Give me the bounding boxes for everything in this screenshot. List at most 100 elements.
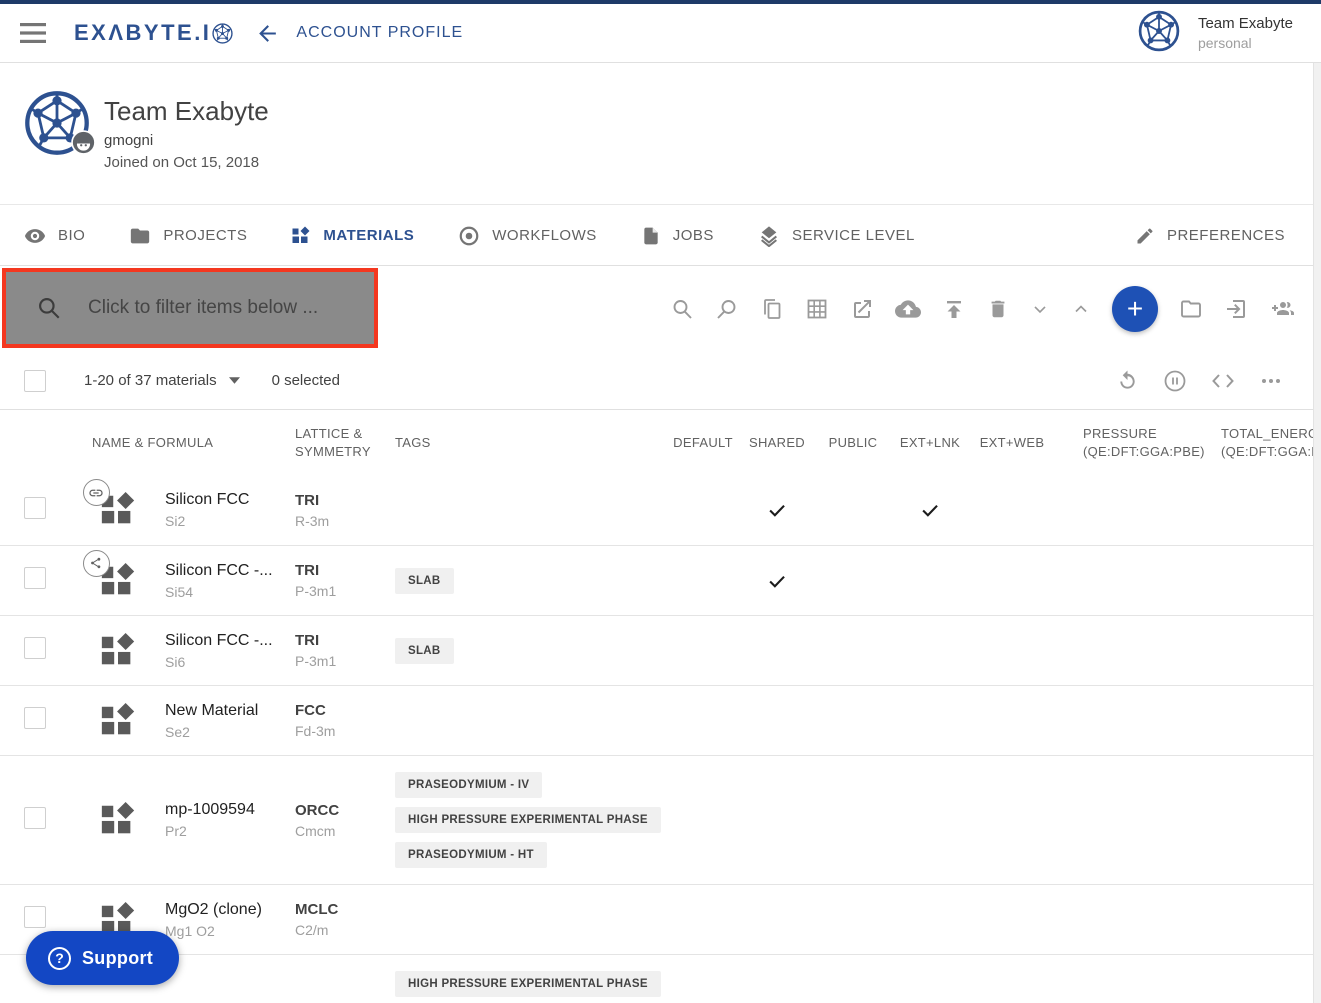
col-name-formula[interactable]: NAME & FORMULA <box>70 434 295 452</box>
cloud-upload-icon[interactable] <box>895 296 921 322</box>
layers-diamond-icon <box>758 225 780 247</box>
col-tags[interactable]: TAGS <box>395 434 667 452</box>
upload-icon[interactable] <box>942 297 966 321</box>
add-group-icon[interactable] <box>1269 297 1295 321</box>
pagination-dropdown[interactable]: 1-20 of 37 materials <box>84 372 240 389</box>
tags-cell <box>395 705 667 737</box>
col-public[interactable]: PUBLIC <box>815 434 891 452</box>
table-grid-icon[interactable] <box>805 297 829 321</box>
material-formula: Mg1 O2 <box>165 923 295 939</box>
scrollbar[interactable] <box>1313 63 1321 1003</box>
row-checkbox[interactable] <box>24 807 46 829</box>
filter-input[interactable]: Click to filter items below ... <box>2 268 378 348</box>
code-icon[interactable] <box>1211 371 1235 391</box>
material-name[interactable]: mp-1009594 <box>165 801 295 819</box>
tab-service-level[interactable]: SERVICE LEVEL <box>758 225 915 247</box>
check-icon <box>766 499 788 521</box>
filter-placeholder: Click to filter items below ... <box>88 297 318 319</box>
row-checkbox[interactable] <box>24 906 46 928</box>
materials-toolbar: + <box>670 266 1295 352</box>
account-menu[interactable]: Team Exabyte personal <box>1138 10 1293 57</box>
user-name: Team Exabyte <box>1198 15 1293 32</box>
plus-icon: + <box>1127 293 1143 325</box>
add-material-button[interactable]: + <box>1112 286 1158 332</box>
material-formula: Si2 <box>165 513 295 529</box>
lattice-type: TRI <box>295 562 395 579</box>
document-icon <box>641 225 661 247</box>
table-row: Silicon FCC -... Si6 TRI P-3m1 SLAB <box>0 615 1313 685</box>
person-face-badge-icon <box>71 130 96 160</box>
chevron-up-icon[interactable] <box>1071 299 1091 319</box>
search-icon[interactable] <box>670 297 694 321</box>
tab-workflows[interactable]: WORKFLOWS <box>458 225 597 247</box>
col-lattice-symmetry[interactable]: LATTICE & SYMMETRY <box>295 425 395 461</box>
profile-name: Team Exabyte <box>104 96 269 127</box>
pencil-icon <box>1135 226 1155 246</box>
search-alt-icon[interactable] <box>715 297 739 321</box>
target-circle-icon <box>458 225 480 247</box>
material-name[interactable]: MgO2 (clone) <box>165 901 295 919</box>
col-extlnk[interactable]: EXT+LNK <box>891 434 969 452</box>
material-formula: Si54 <box>165 584 295 600</box>
hamburger-icon[interactable] <box>20 23 46 43</box>
tab-bio[interactable]: BIO <box>24 225 85 247</box>
row-checkbox[interactable] <box>24 567 46 589</box>
open-in-new-icon[interactable] <box>850 297 874 321</box>
delete-icon[interactable] <box>987 297 1009 321</box>
undo-icon[interactable] <box>1116 369 1139 392</box>
folder-icon <box>129 225 151 247</box>
logo-text: EXΛBYTE.I <box>74 20 211 46</box>
link-icon <box>88 485 104 501</box>
profile-avatar <box>24 90 90 156</box>
select-all-checkbox[interactable] <box>24 370 46 392</box>
tag-pill: SLAB <box>395 568 454 594</box>
pause-circle-icon[interactable] <box>1163 369 1187 393</box>
tags-cell: SLAB <box>395 552 667 610</box>
material-name[interactable]: New Material <box>165 702 295 720</box>
col-pressure[interactable]: PRESSURE (QE:DFT:GGA:PBE) <box>1055 425 1193 461</box>
share-icon <box>89 556 103 570</box>
import-icon[interactable] <box>1224 297 1248 321</box>
support-button[interactable]: ? Support <box>26 931 179 985</box>
tab-materials[interactable]: MATERIALS <box>291 226 414 246</box>
row-checkbox[interactable] <box>24 707 46 729</box>
copy-icon[interactable] <box>760 297 784 321</box>
materials-icon <box>291 226 311 246</box>
more-horiz-icon[interactable] <box>1259 369 1283 393</box>
row-checkbox[interactable] <box>24 497 46 519</box>
material-name[interactable]: Silicon FCC -... <box>165 632 295 650</box>
symmetry-group: Fd-3m <box>295 723 395 739</box>
back-arrow-icon[interactable] <box>255 21 280 46</box>
material-icon <box>99 702 137 740</box>
table-row: mp-1009594 Pr2 ORCC Cmcm PRASEODYMIUM - … <box>0 755 1313 884</box>
tab-jobs[interactable]: JOBS <box>641 225 714 247</box>
table-row: New Material Se2 FCC Fd-3m <box>0 685 1313 755</box>
symmetry-group: P-3m1 <box>295 583 395 599</box>
lattice-type: MCLC <box>295 901 395 918</box>
check-icon <box>766 570 788 592</box>
material-formula: Se2 <box>165 724 295 740</box>
col-extweb[interactable]: EXT+WEB <box>969 434 1055 452</box>
table-row: Silicon FCC Si2 TRI R-3m <box>0 475 1313 545</box>
eye-icon <box>24 225 46 247</box>
tab-projects[interactable]: PROJECTS <box>129 225 247 247</box>
material-name[interactable]: Silicon FCC -... <box>165 562 295 580</box>
table-row: Silicon FCC -... Si54 TRI P-3m1 SLAB <box>0 545 1313 615</box>
material-formula: Si6 <box>165 654 295 670</box>
chevron-down-icon[interactable] <box>1030 299 1050 319</box>
table-row: MgO2 (clone) Mg1 O2 MCLC C2/m <box>0 884 1313 954</box>
material-icon <box>99 491 137 529</box>
exabyte-logo[interactable]: EXΛBYTE.I <box>74 20 233 46</box>
material-name[interactable]: Silicon FCC <box>165 491 295 509</box>
col-shared[interactable]: SHARED <box>739 434 815 452</box>
profile-username: gmogni <box>104 132 153 149</box>
tag-pill: SLAB <box>395 638 454 664</box>
folder-icon[interactable] <box>1179 297 1203 321</box>
symmetry-group: Cmcm <box>295 823 395 839</box>
col-total-energy[interactable]: TOTAL_ENERGY (QE:DFT:GGA:PBE) <box>1193 425 1313 461</box>
profile-section: Team Exabyte gmogni Joined on Oct 15, 20… <box>0 64 1313 205</box>
row-checkbox[interactable] <box>24 637 46 659</box>
tab-preferences[interactable]: PREFERENCES <box>1135 226 1285 246</box>
profile-joined-date: Joined on Oct 15, 2018 <box>104 154 259 171</box>
col-default[interactable]: DEFAULT <box>667 434 739 452</box>
